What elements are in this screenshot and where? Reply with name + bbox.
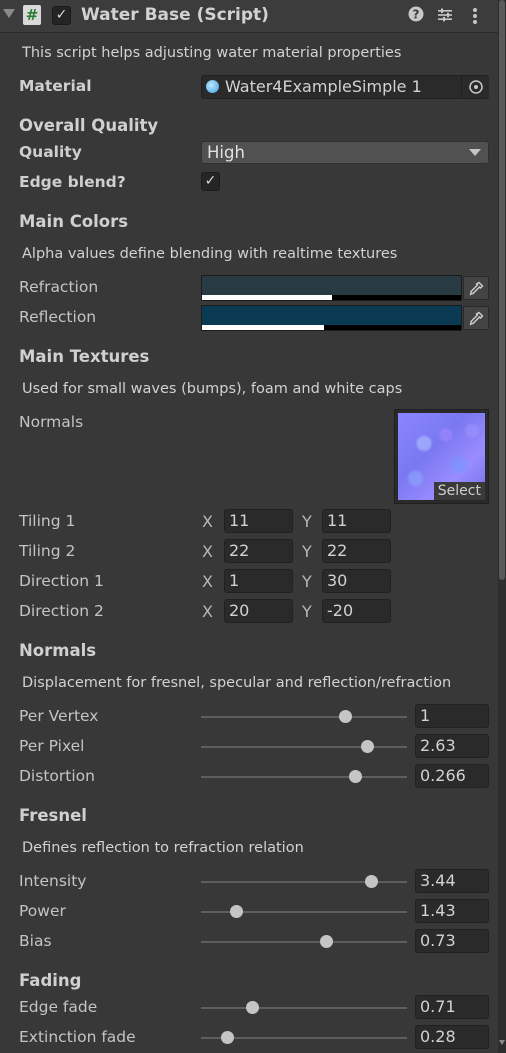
refraction-color-swatch	[202, 276, 461, 295]
direction-1-x-field[interactable]: 1	[224, 569, 293, 593]
quality-dropdown[interactable]: High	[201, 141, 489, 164]
help-icon[interactable]: ?	[408, 6, 424, 26]
axis-x-label: X	[202, 542, 213, 561]
normals-texture-label: Normals	[19, 413, 84, 431]
tiling-1-label: Tiling 1	[19, 512, 76, 530]
script-icon: #	[23, 5, 41, 25]
eyedropper-icon[interactable]	[463, 306, 489, 330]
axis-y-label: Y	[302, 542, 312, 561]
material-value: Water4ExampleSimple 1	[225, 77, 422, 96]
power-slider-thumb[interactable]	[229, 905, 243, 918]
quality-label: Quality	[19, 143, 82, 161]
scrollbar-thumb[interactable]	[499, 0, 505, 580]
refraction-label: Refraction	[19, 278, 99, 296]
axis-y-label: Y	[302, 572, 312, 591]
reflection-alpha-bar	[202, 325, 324, 330]
intensity-field[interactable]: 3.44	[415, 869, 489, 893]
object-picker-button[interactable]	[461, 76, 489, 98]
component-header: # ✓ Water Base (Script) ?	[0, 0, 498, 33]
per-pixel-label: Per Pixel	[19, 737, 85, 755]
reflection-color-field[interactable]	[201, 305, 462, 331]
intensity-label: Intensity	[19, 872, 87, 890]
component-title: Water Base (Script)	[81, 5, 269, 25]
normals-texture-slot[interactable]: Select	[394, 409, 489, 504]
axis-x-label: X	[202, 512, 213, 531]
distortion-label: Distortion	[19, 767, 95, 785]
edge-blend-checkbox[interactable]: ✓	[201, 172, 220, 191]
direction-2-x-field[interactable]: 20	[224, 599, 293, 623]
edge-fade-field[interactable]: 0.71	[415, 995, 489, 1019]
direction-2-y-field[interactable]: -20	[322, 599, 391, 623]
scroll-down-arrow-icon[interactable]	[499, 1040, 505, 1045]
bias-field[interactable]: 0.73	[415, 929, 489, 953]
main-colors-heading: Main Colors	[19, 212, 129, 231]
material-label: Material	[19, 77, 92, 95]
select-texture-button[interactable]: Select	[433, 482, 485, 500]
foldout-arrow-icon[interactable]	[3, 9, 15, 18]
intro-help-text: This script helps adjusting water materi…	[22, 45, 402, 61]
extinction-fade-field[interactable]: 0.28	[415, 1025, 489, 1049]
refraction-alpha-bar	[202, 295, 332, 300]
main-textures-help: Used for small waves (bumps), foam and w…	[22, 381, 403, 397]
tiling-1-y-field[interactable]: 11	[322, 509, 391, 533]
extinction-fade-label: Extinction fade	[19, 1028, 136, 1046]
svg-text:?: ?	[413, 8, 420, 22]
per-vertex-label: Per Vertex	[19, 707, 99, 725]
axis-x-label: X	[202, 602, 213, 621]
axis-x-label: X	[202, 572, 213, 591]
power-field[interactable]: 1.43	[415, 899, 489, 923]
axis-y-label: Y	[302, 512, 312, 531]
direction-2-label: Direction 2	[19, 602, 104, 620]
fading-heading: Fading	[19, 971, 82, 990]
main-textures-heading: Main Textures	[19, 347, 150, 366]
normals-help: Displacement for fresnel, specular and r…	[22, 675, 452, 691]
per-pixel-slider-thumb[interactable]	[361, 740, 375, 753]
axis-y-label: Y	[302, 602, 312, 621]
tiling-1-x-field[interactable]: 11	[224, 509, 293, 533]
material-sphere-icon	[206, 80, 219, 93]
main-colors-help: Alpha values define blending with realti…	[22, 246, 398, 262]
per-vertex-field[interactable]: 1	[415, 704, 489, 728]
distortion-slider-thumb[interactable]	[349, 770, 362, 783]
reflection-label: Reflection	[19, 308, 97, 326]
intensity-slider-thumb[interactable]	[365, 875, 379, 888]
power-label: Power	[19, 902, 66, 920]
presets-icon[interactable]	[437, 7, 453, 27]
bias-label: Bias	[19, 932, 52, 950]
tiling-2-label: Tiling 2	[19, 542, 76, 560]
material-field[interactable]: Water4ExampleSimple 1	[201, 75, 489, 99]
direction-1-y-field[interactable]: 30	[322, 569, 391, 593]
edge-fade-label: Edge fade	[19, 998, 98, 1016]
distortion-slider-track[interactable]	[201, 776, 407, 778]
target-icon	[469, 80, 483, 94]
quality-value: High	[207, 143, 245, 162]
edge-fade-slider-track[interactable]	[201, 1007, 407, 1009]
per-pixel-slider-track[interactable]	[201, 746, 407, 748]
tiling-2-y-field[interactable]: 22	[322, 539, 391, 563]
extinction-fade-slider-thumb[interactable]	[221, 1031, 235, 1044]
direction-1-label: Direction 1	[19, 572, 104, 590]
enabled-checkbox[interactable]: ✓	[52, 6, 71, 25]
per-vertex-slider-thumb[interactable]	[338, 710, 352, 723]
per-pixel-field[interactable]: 2.63	[415, 734, 489, 758]
more-options-icon[interactable]	[472, 7, 478, 29]
edge-fade-slider-thumb[interactable]	[246, 1001, 259, 1014]
refraction-color-field[interactable]	[201, 275, 462, 301]
fresnel-heading: Fresnel	[19, 806, 87, 825]
chevron-down-icon	[469, 149, 481, 156]
fresnel-help: Defines reflection to refraction relatio…	[22, 840, 304, 856]
bias-slider-thumb[interactable]	[320, 935, 334, 948]
normals-heading: Normals	[19, 641, 97, 660]
per-vertex-slider-track[interactable]	[201, 716, 407, 718]
eyedropper-icon[interactable]	[463, 276, 489, 300]
edge-blend-label: Edge blend?	[19, 173, 126, 191]
reflection-color-swatch	[202, 306, 461, 325]
bias-slider-track[interactable]	[201, 941, 407, 943]
distortion-field[interactable]: 0.266	[415, 764, 489, 788]
overall-quality-heading: Overall Quality	[19, 116, 159, 135]
tiling-2-x-field[interactable]: 22	[224, 539, 293, 563]
